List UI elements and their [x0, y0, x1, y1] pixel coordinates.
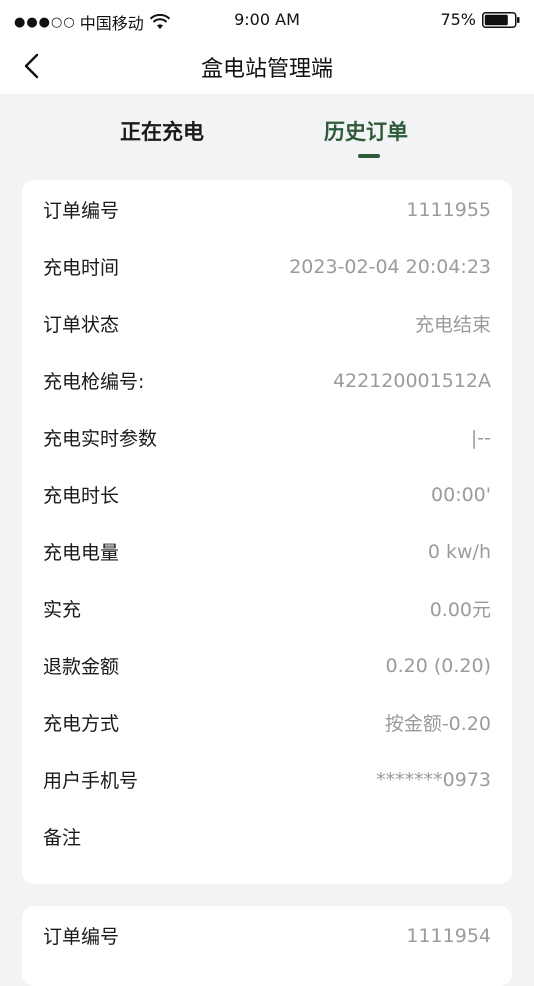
- order-row-number: 订单编号 1111954: [22, 907, 512, 964]
- order-row-charge-time: 充电时间 2023-02-04 20:04:23: [22, 238, 512, 295]
- row-label: 充电时间: [43, 257, 120, 279]
- order-card[interactable]: 订单编号 1111955 充电时间 2023-02-04 20:04:23 订单…: [22, 180, 512, 884]
- row-value: 0.20 (0.20): [385, 654, 491, 677]
- page-title: 盒电站管理端: [200, 57, 333, 82]
- row-value: 按金额-0.20: [384, 713, 491, 735]
- row-value: *******0973: [376, 768, 491, 791]
- row-label: 实充: [43, 599, 82, 621]
- order-row-actual-charge: 实充 0.00元: [22, 580, 512, 637]
- row-label: 订单编号: [43, 926, 120, 948]
- order-row-energy: 充电电量 0 kw/h: [22, 523, 512, 580]
- row-label: 订单状态: [43, 314, 120, 336]
- row-value: 充电结束: [414, 314, 491, 336]
- tab-history[interactable]: 历史订单: [324, 116, 408, 146]
- row-value: |--: [470, 426, 491, 449]
- status-bar: ●●●○○ 中国移动 9:00 AM 75%: [0, 0, 534, 38]
- row-label: 充电枪编号:: [43, 371, 145, 393]
- row-value: 2023-02-04 20:04:23: [289, 255, 491, 278]
- row-label: 充电实时参数: [43, 428, 158, 450]
- row-value: 0 kw/h: [427, 540, 491, 563]
- row-label: 充电电量: [43, 542, 120, 564]
- active-tab-indicator: [358, 154, 380, 158]
- battery-icon: [482, 11, 520, 28]
- nav-bar: 盒电站管理端: [0, 38, 534, 94]
- order-row-gun-number: 充电枪编号: 422120001512A: [22, 352, 512, 409]
- order-row-remark: 备注: [22, 808, 512, 865]
- row-label: 用户手机号: [43, 770, 139, 792]
- row-label: 退款金额: [43, 656, 120, 678]
- order-row-duration: 充电时长 00:00': [22, 466, 512, 523]
- row-value: 422120001512A: [332, 369, 491, 392]
- order-row-refund: 退款金额 0.20 (0.20): [22, 637, 512, 694]
- order-tabs: 正在充电 历史订单: [0, 94, 534, 170]
- row-value: 1111954: [406, 924, 491, 947]
- row-label: 订单编号: [43, 200, 120, 222]
- order-row-status: 订单状态 充电结束: [22, 295, 512, 352]
- row-value: 1111955: [406, 198, 491, 221]
- order-card[interactable]: 订单编号 1111954: [22, 906, 512, 986]
- row-label: 充电方式: [43, 713, 120, 735]
- row-label: 备注: [43, 827, 82, 849]
- order-row-realtime-params: 充电实时参数 |--: [22, 409, 512, 466]
- battery-percent: 75%: [440, 10, 476, 29]
- row-label: 充电时长: [43, 485, 120, 507]
- order-row-number: 订单编号 1111955: [22, 181, 512, 238]
- row-value: 00:00': [431, 483, 491, 506]
- status-right: 75%: [440, 10, 520, 29]
- order-row-phone: 用户手机号 *******0973: [22, 751, 512, 808]
- tab-charging[interactable]: 正在充电: [120, 116, 204, 146]
- order-row-charge-mode: 充电方式 按金额-0.20: [22, 694, 512, 751]
- row-value: 0.00元: [429, 599, 491, 621]
